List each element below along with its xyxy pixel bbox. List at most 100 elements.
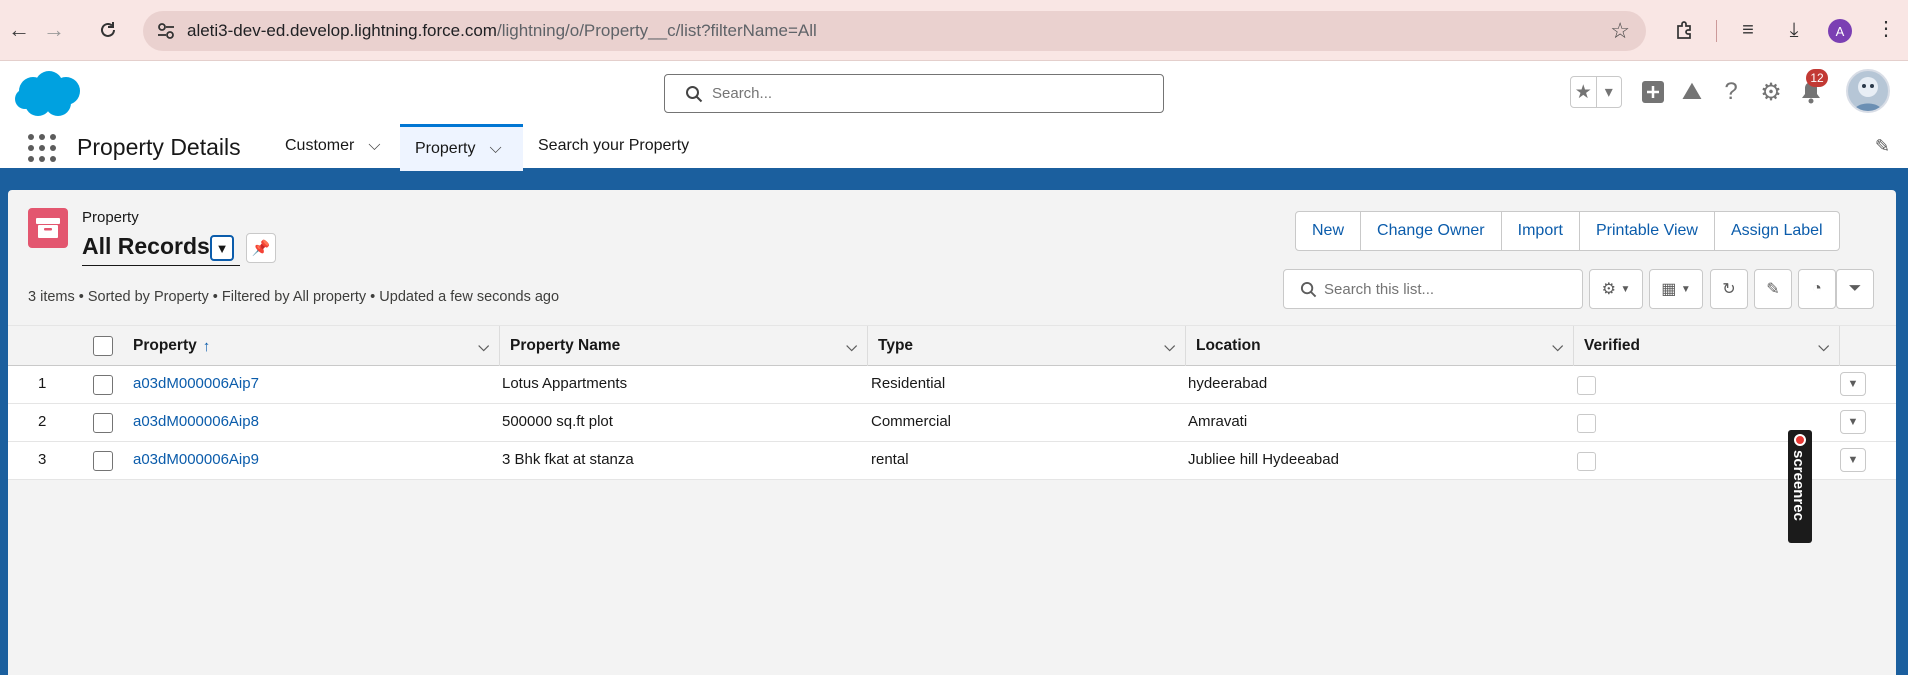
property-name-cell: 500000 sq.ft plot — [502, 413, 613, 430]
row-number: 3 — [38, 451, 47, 468]
row-actions-dropdown[interactable]: ▼ — [1840, 410, 1866, 434]
property-name-cell: Lotus Appartments — [502, 375, 628, 392]
list-view-switcher-button[interactable]: ▼ — [210, 235, 234, 261]
global-search-input[interactable]: Search... — [664, 74, 1164, 113]
tab-customer-label: Customer — [285, 137, 355, 154]
search-icon — [1300, 281, 1317, 298]
setup-gear-icon[interactable]: ⚙ — [1757, 78, 1785, 106]
column-label-property-name: Property Name — [510, 337, 621, 354]
table-row: 3 a03dM000006Aip9 3 Bhk fkat at stanza r… — [8, 442, 1896, 480]
table-row: 2 a03dM000006Aip8 500000 sq.ft plot Comm… — [8, 404, 1896, 442]
row-checkbox[interactable] — [93, 413, 113, 433]
verified-checkbox — [1577, 376, 1596, 395]
type-cell: Residential — [871, 375, 946, 392]
pin-list-view-icon[interactable]: 📌 — [246, 233, 276, 263]
location-cell: hydeerabad — [1188, 375, 1268, 392]
list-search-placeholder: Search this list... — [1324, 281, 1435, 298]
table-header: Property ↑ ⌵ Property Name ⌵ Type ⌵ Loca… — [8, 325, 1896, 366]
chevron-down-icon: ▼ — [1680, 283, 1691, 295]
tab-customer[interactable]: Customer ⌵ — [285, 124, 381, 168]
browser-menu-icon[interactable]: ⋮ — [1876, 16, 1896, 41]
column-header-location[interactable]: Location ⌵ — [1186, 326, 1574, 366]
property-record-link[interactable]: a03dM000006Aip9 — [133, 451, 259, 468]
favorites-button[interactable]: ★ ▾ — [1570, 76, 1622, 108]
display-as-table-button[interactable]: ▦ ▼ — [1649, 269, 1703, 309]
app-navigation-bar: Property Details Customer ⌵ Property ⌵ S… — [0, 124, 1908, 171]
tab-search-your-property[interactable]: Search your Property — [538, 124, 689, 168]
pie-chart-icon: ◔ — [1812, 280, 1822, 297]
column-label-verified: Verified — [1584, 337, 1640, 354]
row-checkbox[interactable] — [93, 451, 113, 471]
printable-view-button[interactable]: Printable View — [1580, 212, 1715, 250]
property-record-link[interactable]: a03dM000006Aip7 — [133, 375, 259, 392]
table-row: 1 a03dM000006Aip7 Lotus Appartments Resi… — [8, 366, 1896, 404]
table-icon: ▦ — [1661, 281, 1677, 298]
chevron-down-icon[interactable]: ⌵ — [1818, 338, 1829, 355]
verified-checkbox — [1577, 414, 1596, 433]
app-launcher-icon[interactable] — [28, 134, 56, 162]
filters-button[interactable]: ⏷ — [1836, 269, 1874, 309]
edit-nav-pencil-icon[interactable]: ✎ — [1875, 136, 1890, 157]
toolbar-divider — [1716, 20, 1717, 42]
site-info-icon[interactable] — [155, 20, 177, 42]
screenrec-label: screenrec — [1790, 450, 1807, 521]
download-icon[interactable]: ⤓ — [1780, 16, 1808, 44]
chevron-down-icon[interactable]: ⌵ — [1552, 338, 1563, 355]
back-icon[interactable]: ← — [2, 13, 36, 47]
list-view-title[interactable]: All Records — [82, 233, 210, 260]
column-header-property-name[interactable]: Property Name ⌵ — [500, 326, 868, 366]
property-record-link[interactable]: a03dM000006Aip8 — [133, 413, 259, 430]
chevron-down-icon[interactable]: ⌵ — [1164, 338, 1175, 355]
refresh-icon: ↻ — [1722, 281, 1736, 298]
profile-avatar[interactable]: A — [1828, 19, 1852, 43]
change-owner-button[interactable]: Change Owner — [1361, 212, 1502, 250]
help-icon[interactable]: ? — [1717, 78, 1745, 106]
column-header-type[interactable]: Type ⌵ — [868, 326, 1186, 366]
gear-icon: ⚙ — [1601, 281, 1616, 298]
tab-property[interactable]: Property ⌵ — [400, 124, 523, 171]
screenrec-widget[interactable]: screenrec — [1788, 430, 1812, 543]
chevron-down-icon[interactable]: ⌵ — [478, 338, 489, 355]
list-view-controls-button[interactable]: ⚙ ▼ — [1589, 269, 1643, 309]
column-header-verified[interactable]: Verified ⌵ — [1574, 326, 1840, 366]
favorites-dropdown-icon[interactable]: ▾ — [1597, 77, 1622, 107]
filter-icon: ⏷ — [1848, 280, 1862, 297]
list-view-meta: 3 items • Sorted by Property • Filtered … — [28, 289, 560, 305]
forward-icon[interactable]: → — [37, 13, 71, 47]
notification-count-badge: 12 — [1806, 69, 1828, 87]
list-search-input[interactable]: Search this list... — [1283, 269, 1583, 309]
extensions-icon[interactable] — [1670, 16, 1698, 44]
import-button[interactable]: Import — [1502, 212, 1580, 250]
type-cell: rental — [871, 451, 909, 468]
reload-icon[interactable] — [91, 13, 125, 47]
global-header: Search... ★ ▾ ⛰ ? ⚙ 12 — [0, 61, 1908, 124]
salesforce-logo[interactable] — [11, 69, 84, 119]
row-actions-dropdown[interactable]: ▼ — [1840, 448, 1866, 472]
charts-button[interactable]: ◔ — [1798, 269, 1836, 309]
global-actions-icon[interactable] — [1639, 78, 1667, 106]
app-name: Property Details — [77, 134, 241, 160]
type-cell: Commercial — [871, 413, 952, 430]
inline-edit-button[interactable]: ✎ — [1754, 269, 1792, 309]
row-actions-dropdown[interactable]: ▼ — [1840, 372, 1866, 396]
user-avatar[interactable] — [1846, 69, 1890, 113]
browser-toolbar: ← → aleti3-dev-ed.develop.lightning.forc… — [0, 0, 1908, 61]
pencil-icon: ✎ — [1766, 281, 1780, 298]
chevron-down-icon[interactable]: ⌵ — [489, 140, 501, 158]
row-number: 2 — [38, 413, 47, 430]
column-header-property[interactable]: Property ↑ ⌵ — [100, 326, 500, 366]
refresh-button[interactable]: ↻ — [1710, 269, 1748, 309]
address-bar[interactable]: aleti3-dev-ed.develop.lightning.force.co… — [143, 11, 1646, 51]
new-button[interactable]: New — [1296, 212, 1362, 250]
assign-label-button[interactable]: Assign Label — [1715, 212, 1839, 250]
row-checkbox[interactable] — [93, 375, 113, 395]
chevron-down-icon[interactable]: ⌵ — [846, 338, 857, 355]
trailhead-icon[interactable]: ⛰ — [1678, 78, 1706, 106]
chevron-down-icon[interactable]: ⌵ — [368, 137, 380, 155]
column-label-location: Location — [1196, 337, 1261, 354]
column-label-property: Property — [133, 337, 197, 354]
media-control-icon[interactable]: ≡ — [1734, 16, 1762, 44]
favorites-star-icon[interactable]: ★ — [1571, 77, 1597, 107]
verified-checkbox — [1577, 452, 1596, 471]
bookmark-star-icon[interactable]: ☆ — [1610, 18, 1630, 44]
